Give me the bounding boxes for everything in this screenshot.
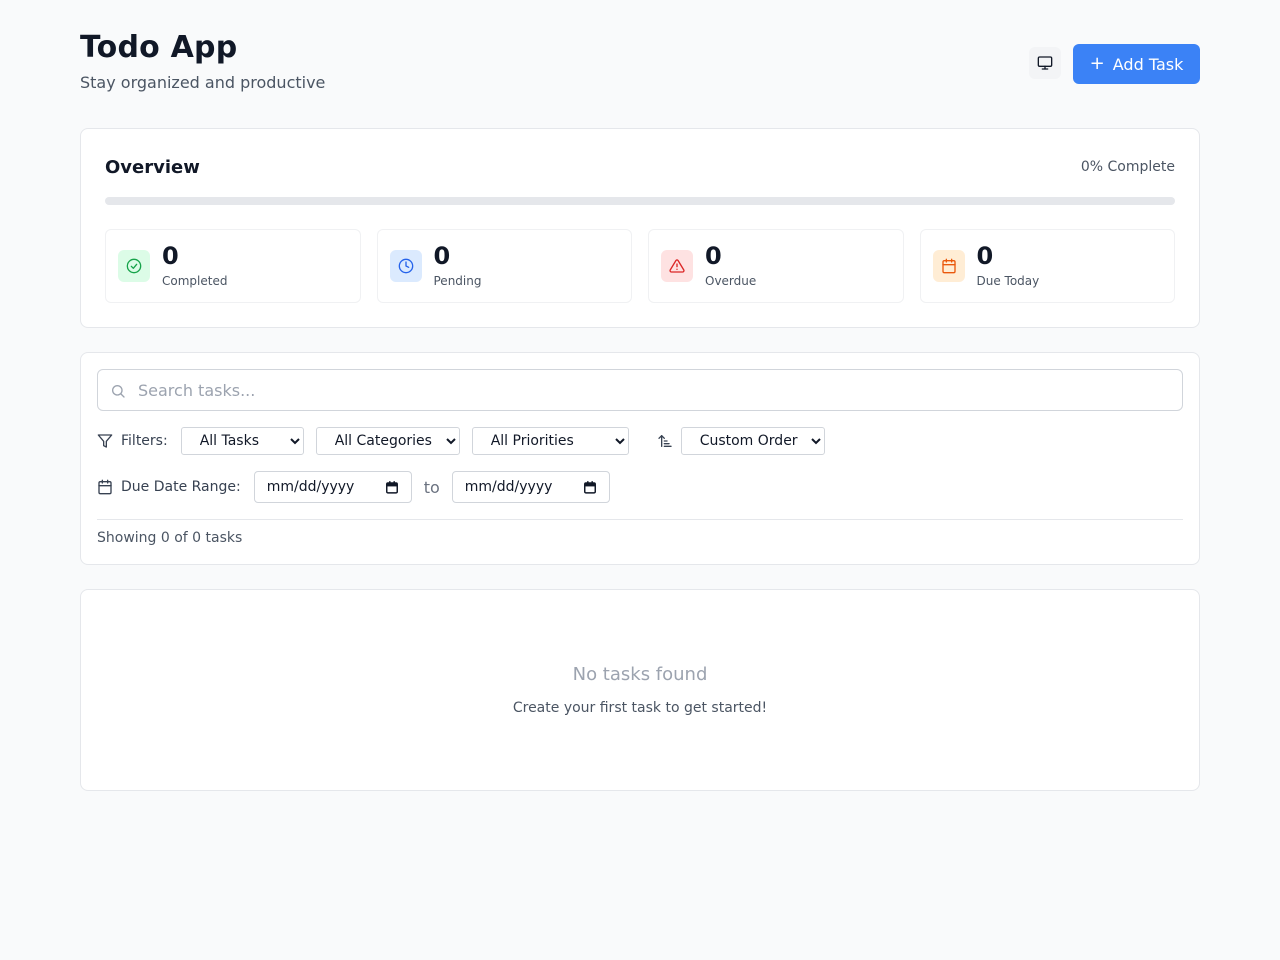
search-input[interactable] (138, 370, 1168, 410)
calendar-icon (932, 250, 965, 282)
monitor-icon (1037, 56, 1053, 70)
status-filter-select[interactable]: All Tasks (180, 427, 304, 455)
app-subtitle: Stay organized and productive (80, 73, 326, 92)
calendar-picker-icon[interactable] (385, 480, 399, 494)
app-container: Todo App Stay organized and productive +… (80, 0, 1200, 791)
stat-value: 0 (433, 242, 451, 270)
add-task-label: Add Task (1112, 54, 1184, 74)
empty-state-title: No tasks found (572, 664, 708, 685)
to-label: to (423, 477, 440, 497)
filters-row: Filters: All Tasks All Categories All Pr… (97, 427, 825, 455)
date-to-value: mm/dd/yyyy (464, 479, 553, 495)
app-title: Todo App (80, 30, 238, 65)
stat-value: 0 (162, 242, 179, 270)
search-icon (112, 385, 125, 398)
stat-pending: 0 Pending (376, 229, 632, 303)
stat-due-today: 0 Due Today (919, 229, 1175, 303)
filters-card: Filters: All Tasks All Categories All Pr… (80, 352, 1200, 565)
plus-icon: + (1089, 53, 1105, 74)
stat-overdue: 0 Overdue (648, 229, 904, 303)
calendar-icon (98, 479, 112, 495)
stats-row: 0 Completed 0 Pending 0 Overdue 0 Due To… (105, 229, 1175, 303)
date-to-input[interactable]: mm/dd/yyyy (451, 471, 610, 503)
stat-value: 0 (976, 242, 994, 270)
category-filter-select[interactable]: All Categories (315, 427, 460, 455)
sort-order-select[interactable]: Custom Order (680, 427, 825, 455)
stat-label: Completed (162, 274, 228, 288)
date-range-label: Due Date Range: (121, 479, 241, 495)
search-box (97, 369, 1183, 411)
filter-icon (97, 434, 113, 448)
stat-label: Pending (433, 274, 482, 288)
sort-icon[interactable] (657, 433, 673, 449)
overview-title: Overview (105, 157, 200, 178)
overview-card: Overview 0% Complete 0 Completed 0 Pendi… (80, 128, 1200, 328)
task-count: Showing 0 of 0 tasks (97, 530, 243, 546)
completion-percent: 0% Complete (1080, 159, 1175, 175)
clock-icon (389, 250, 422, 282)
priority-filter-select[interactable]: All Priorities (471, 427, 629, 455)
add-task-button[interactable]: + Add Task (1073, 44, 1200, 84)
divider (97, 519, 1183, 520)
alert-triangle-icon (661, 250, 693, 282)
date-range-row: Due Date Range: mm/dd/yyyy to mm/dd/yyyy (97, 471, 610, 503)
task-list-card: No tasks found Create your first task to… (80, 589, 1200, 791)
progress-bar (105, 197, 1175, 205)
date-from-input[interactable]: mm/dd/yyyy (253, 471, 412, 503)
stat-label: Due Today (976, 274, 1040, 288)
check-circle-icon (118, 250, 150, 282)
stat-value: 0 (705, 242, 722, 270)
filters-label: Filters: (121, 433, 168, 449)
app-header: Todo App Stay organized and productive +… (80, 0, 1200, 128)
empty-state-subtitle: Create your first task to get started! (512, 700, 768, 716)
date-from-value: mm/dd/yyyy (266, 479, 355, 495)
stat-label: Overdue (705, 274, 757, 288)
calendar-picker-icon[interactable] (583, 480, 597, 494)
theme-toggle-button[interactable] (1029, 47, 1061, 79)
stat-completed: 0 Completed (105, 229, 361, 303)
